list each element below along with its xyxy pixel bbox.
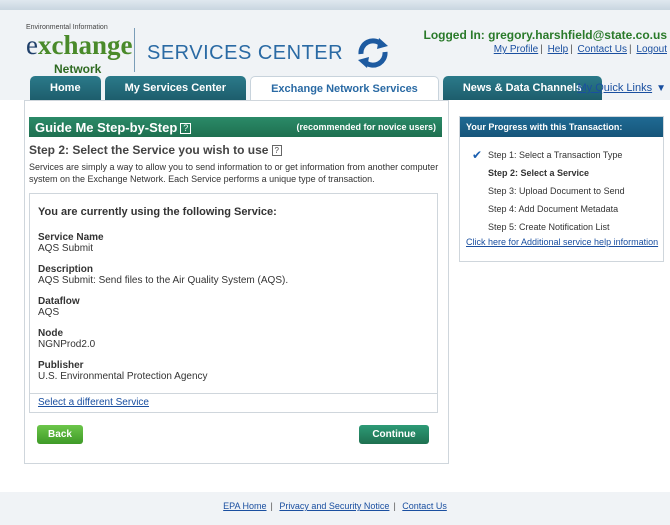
field-value: NGNProd2.0: [38, 339, 96, 350]
services-center-title: SERVICES CENTER: [147, 42, 344, 64]
continue-button[interactable]: Continue: [359, 425, 429, 444]
triangle-down-icon: ▼: [656, 83, 666, 94]
contact-us-link[interactable]: Contact Us: [578, 44, 627, 55]
quick-links-link[interactable]: My Quick Links: [578, 82, 653, 94]
step-help-icon[interactable]: ?: [271, 145, 282, 156]
service-details-box: You are currently using the following Se…: [29, 193, 438, 413]
progress-step: ✔ Step 1: Select a Transaction Type: [472, 148, 623, 162]
my-profile-link[interactable]: My Profile: [494, 44, 538, 55]
exchange-network-logo[interactable]: Environmental Information exchange Netwo…: [26, 24, 132, 78]
progress-step: Step 4: Add Document Metadata: [488, 204, 619, 214]
recommended-note: (recommended for novice users): [296, 122, 436, 132]
field-label: Publisher: [38, 360, 84, 371]
progress-step: Step 5: Create Notification List: [488, 222, 610, 232]
field-publisher: Publisher U.S. Environmental Protection …: [38, 360, 429, 382]
select-different-service-link[interactable]: Select a different Service: [38, 397, 149, 408]
field-label: Description: [38, 264, 94, 275]
field-dataflow: Dataflow AQS: [38, 296, 429, 318]
tab-my-services-center[interactable]: My Services Center: [104, 76, 247, 100]
footer: EPA Home | Privacy and Security Notice | C…: [0, 492, 670, 525]
guide-title: Guide Me Step-by-Step: [35, 119, 178, 135]
help-icon[interactable]: ?: [180, 122, 192, 134]
main-tabs: Home My Services Center Exchange Network…: [30, 76, 603, 100]
field-value: AQS Submit: [38, 243, 94, 254]
field-node: Node NGNProd2.0: [38, 328, 429, 350]
checkmark-icon: ✔: [472, 148, 483, 162]
progress-step: Step 2: Select a Service: [488, 168, 590, 178]
field-service-name: Service Name AQS Submit: [38, 232, 429, 254]
step-title: Step 2: Select the Service you wish to u…: [29, 143, 269, 157]
logo-main: xchange: [37, 30, 133, 60]
logo-divider: [134, 28, 135, 72]
footer-contact-us-link[interactable]: Contact Us: [402, 501, 447, 511]
progress-step: Step 3: Upload Document to Send: [488, 186, 625, 196]
logged-in-user: Logged In: gregory.harshfield@state.co.u…: [423, 28, 667, 42]
quick-links[interactable]: My Quick Links ▼: [578, 82, 666, 94]
field-label: Node: [38, 328, 63, 339]
top-bar: [0, 0, 670, 10]
additional-help-link[interactable]: Click here for Additional service help i…: [466, 237, 658, 247]
intro-text: Services are simply a way to allow you t…: [29, 162, 439, 184]
field-description: Description AQS Submit: Send files to th…: [38, 264, 429, 286]
help-link[interactable]: Help: [548, 44, 569, 55]
tab-home[interactable]: Home: [30, 76, 101, 100]
tab-exchange-network-services[interactable]: Exchange Network Services: [250, 76, 439, 100]
privacy-notice-link[interactable]: Privacy and Security Notice: [279, 501, 389, 511]
select-service-row: Select a different Service: [30, 393, 437, 412]
progress-panel: Your Progress with this Transaction: ✔ St…: [459, 116, 664, 262]
logo-e: e: [26, 30, 38, 60]
current-service-header: You are currently using the following Se…: [38, 206, 277, 218]
field-value: U.S. Environmental Protection Agency: [38, 371, 208, 382]
guide-panel-header: Guide Me Step-by-Step? (recommended for …: [29, 117, 442, 137]
guide-panel: Guide Me Step-by-Step? (recommended for …: [29, 117, 442, 413]
sync-arrows-icon: [358, 38, 388, 68]
field-label: Service Name: [38, 232, 104, 243]
field-value: AQS: [38, 307, 60, 318]
progress-title: Your Progress with this Transaction:: [460, 117, 663, 137]
header-links: My Profile | Help | Contact Us | Logout: [493, 44, 667, 55]
epa-home-link[interactable]: EPA Home: [223, 501, 266, 511]
logout-link[interactable]: Logout: [636, 44, 667, 55]
field-label: Dataflow: [38, 296, 80, 307]
field-value: AQS Submit: Send files to the Air Qualit…: [38, 275, 289, 286]
back-button[interactable]: Back: [37, 425, 83, 444]
login-info: Logged In: gregory.harshfield@state.co.u…: [423, 28, 667, 55]
logo-network: Network: [54, 62, 102, 76]
progress-steps: ✔ Step 1: Select a Transaction Type Step …: [460, 137, 663, 237]
main-content-frame: Guide Me Step-by-Step? (recommended for …: [24, 100, 449, 464]
